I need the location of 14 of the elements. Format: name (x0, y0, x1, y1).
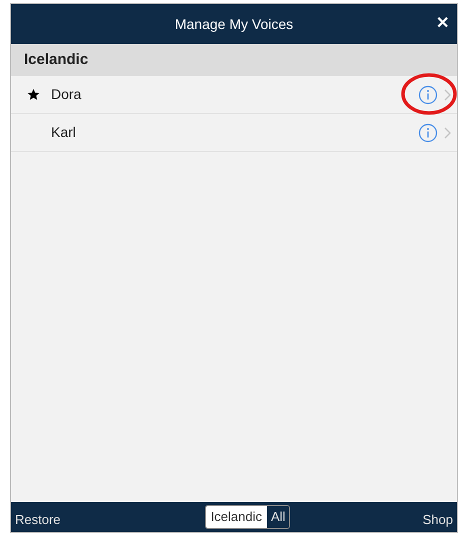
restore-button[interactable]: Restore (15, 510, 61, 529)
voice-row[interactable]: Dora (11, 76, 457, 114)
shop-button[interactable]: Shop (422, 510, 453, 529)
voice-name: Karl (51, 123, 76, 142)
voice-row[interactable]: Karl (11, 114, 457, 152)
chevron-icon (444, 126, 451, 138)
info-icon[interactable] (418, 122, 438, 142)
window-title: Manage My Voices (174, 14, 294, 34)
info-icon[interactable] (418, 84, 438, 104)
chevron-icon (444, 88, 451, 100)
voice-name: Dora (51, 85, 82, 104)
segment-tab[interactable]: Icelandic (206, 506, 267, 528)
section-title: Icelandic (24, 50, 88, 70)
close-button[interactable]: ✕ (436, 12, 449, 36)
